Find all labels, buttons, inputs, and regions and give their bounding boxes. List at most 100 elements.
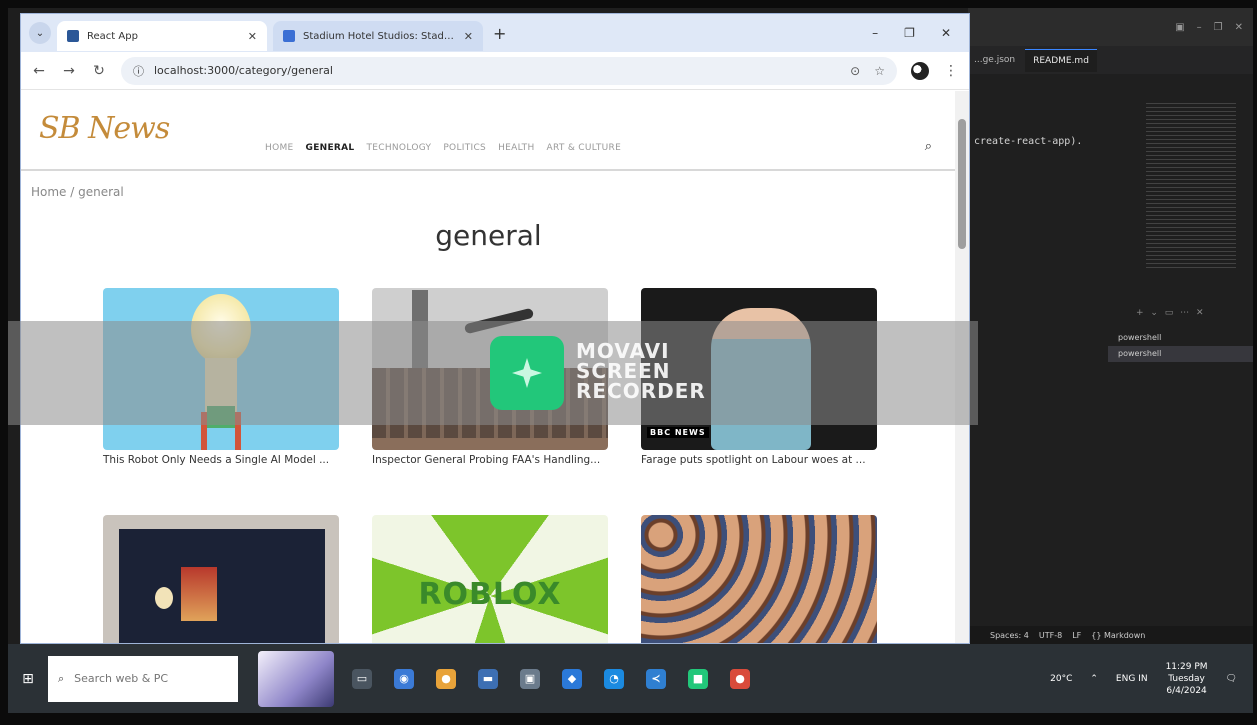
article-title[interactable]: Inspector General Probing FAA's Handling… <box>372 452 608 468</box>
pinned-apps: ▭ ◉ ● ▬ ▣ ◆ ◔ ≺ ■ ● <box>352 668 750 689</box>
info-icon[interactable]: ⓘ <box>133 63 144 79</box>
terminal-item[interactable]: powershell <box>1108 330 1253 346</box>
nav-politics[interactable]: POLITICS <box>443 143 486 153</box>
taskbar: ⊞ ⌕ ▭ ◉ ● ▬ ▣ ◆ ◔ ≺ ■ ● 20°C ⌃ ENG IN 11… <box>8 644 1253 713</box>
menu-icon[interactable]: ⋮ <box>943 63 959 79</box>
vscode-titlebar: ▣ – ❐ ✕ <box>968 8 1253 46</box>
minimize-icon[interactable]: – <box>1197 22 1202 33</box>
article-title[interactable]: This Robot Only Needs a Single AI Model … <box>103 452 339 468</box>
vscode-statusbar: Spaces: 4 UTF-8 LF {} Markdown <box>968 626 1253 644</box>
edge-icon[interactable]: ◔ <box>604 668 624 689</box>
movavi-line: SCREEN <box>576 359 671 383</box>
forward-arrow-icon[interactable]: → <box>61 63 77 79</box>
clock-date: 6/4/2024 <box>1166 685 1207 696</box>
url-input[interactable] <box>154 64 841 77</box>
nav-home[interactable]: HOME <box>265 143 294 153</box>
notifications-icon[interactable]: 🗨 <box>1226 674 1237 684</box>
article-title[interactable]: Farage puts spotlight on Labour woes at … <box>641 452 877 468</box>
bbc-news-badge: BBC NEWS <box>647 427 709 438</box>
desktop-screen: ▣ – ❐ ✕ ...ge.json README.md create-reac… <box>8 8 1253 713</box>
movavi-text: MOVAVI SCREEN RECORDER <box>576 341 706 401</box>
search-highlight-image[interactable] <box>258 650 334 707</box>
windows-start-icon[interactable]: ⊞ <box>8 671 48 687</box>
task-view-icon[interactable]: ▭ <box>352 668 372 689</box>
article-image[interactable] <box>103 515 339 643</box>
address-bar[interactable]: ⓘ ⊙ ☆ <box>121 56 897 85</box>
nav-general[interactable]: GENERAL <box>306 143 355 153</box>
doc-favicon-icon <box>283 30 295 42</box>
language-indicator[interactable]: ENG IN <box>1116 674 1148 684</box>
vscode-tab-readme[interactable]: README.md <box>1025 48 1097 72</box>
nav-health[interactable]: HEALTH <box>498 143 534 153</box>
vscode-tab-package[interactable]: ...ge.json <box>974 55 1015 65</box>
layout-icon[interactable]: ▣ <box>1175 22 1184 33</box>
tab-title: Stadium Hotel Studios: Stadium ... <box>303 30 456 42</box>
clock[interactable]: 11:29 PM Tuesday 6/4/2024 <box>1166 661 1208 697</box>
breadcrumb[interactable]: Home / general <box>31 185 124 199</box>
movavi-app-icon[interactable]: ■ <box>688 668 708 689</box>
movavi-logo-icon <box>490 336 564 410</box>
system-tray: 20°C ⌃ ENG IN 11:29 PM Tuesday 6/4/2024 … <box>1050 661 1253 697</box>
movavi-line: RECORDER <box>576 379 706 403</box>
nav-art-culture[interactable]: ART & CULTURE <box>547 143 622 153</box>
store-icon[interactable]: ▣ <box>520 668 540 689</box>
site-header: SB News HOME GENERAL TECHNOLOGY POLITICS… <box>21 91 956 171</box>
tab-title: React App <box>87 30 138 42</box>
app-screen <box>119 529 325 643</box>
chrome-active-icon[interactable]: ● <box>730 668 750 689</box>
tab-strip: ⌄ React App ✕ Stadium Hotel Studios: Sta… <box>21 14 969 52</box>
status-encoding[interactable]: UTF-8 <box>1039 631 1062 640</box>
new-tab-button[interactable]: + <box>493 24 506 43</box>
nav-technology[interactable]: TECHNOLOGY <box>366 143 431 153</box>
restore-icon[interactable]: ❐ <box>1214 22 1223 33</box>
restore-icon[interactable]: ❐ <box>904 26 915 40</box>
reload-icon[interactable]: ↻ <box>91 63 107 79</box>
tab-search-icon[interactable]: ⌄ <box>29 22 51 44</box>
site-logo[interactable]: SB News <box>39 111 170 146</box>
minimap[interactable] <box>1146 100 1236 270</box>
browser-toolbar: ← → ↻ ⓘ ⊙ ☆ ⋮ <box>21 52 969 90</box>
article-card[interactable] <box>103 515 339 643</box>
egg-shape <box>155 587 173 609</box>
terminal-list: powershell powershell <box>1108 330 1253 362</box>
search-icon: ⌕ <box>58 671 65 685</box>
tab-stadium[interactable]: Stadium Hotel Studios: Stadium ... ✕ <box>273 21 483 51</box>
article-card[interactable] <box>641 515 877 643</box>
vscode-tabs: ...ge.json README.md <box>968 46 1253 74</box>
article-card[interactable]: ROBLOX <box>372 515 608 643</box>
lens-icon[interactable]: ⊙ <box>850 64 860 78</box>
close-icon[interactable]: ✕ <box>941 26 951 40</box>
terminal-toolbar: + ⌄ ▭ ⋯ ✕ <box>1136 308 1206 318</box>
taskbar-search[interactable]: ⌕ <box>48 655 238 702</box>
vscode-icon[interactable]: ≺ <box>646 668 666 689</box>
tab-react-app[interactable]: React App ✕ <box>57 21 267 51</box>
taskbar-search-input[interactable] <box>74 672 215 685</box>
poster <box>181 567 217 621</box>
article-image[interactable] <box>641 515 877 643</box>
movavi-watermark: MOVAVI SCREEN RECORDER <box>8 321 978 425</box>
weather-widget[interactable]: 20°C <box>1050 674 1072 684</box>
profile-avatar[interactable] <box>911 61 929 80</box>
clock-day: Tuesday <box>1168 673 1205 684</box>
status-language[interactable]: {} Markdown <box>1091 631 1145 640</box>
chrome-icon[interactable]: ● <box>436 668 456 689</box>
file-explorer-icon[interactable]: ▬ <box>478 668 498 689</box>
terminal-item[interactable]: powershell <box>1108 346 1253 362</box>
status-eol[interactable]: LF <box>1072 631 1081 640</box>
tab-close-icon[interactable]: ✕ <box>464 30 473 43</box>
roblox-logo: ROBLOX <box>418 577 562 612</box>
vscode-window: ▣ – ❐ ✕ ...ge.json README.md create-reac… <box>968 8 1253 644</box>
tab-close-icon[interactable]: ✕ <box>248 30 257 43</box>
star-icon[interactable]: ☆ <box>874 64 885 78</box>
back-arrow-icon[interactable]: ← <box>31 63 47 79</box>
scrollbar-thumb[interactable] <box>958 119 966 249</box>
omnibox-actions: ⊙ ☆ <box>850 64 885 78</box>
search-icon[interactable]: ⌕ <box>925 139 932 154</box>
status-spaces[interactable]: Spaces: 4 <box>990 631 1029 640</box>
chevron-up-icon[interactable]: ⌃ <box>1090 674 1098 684</box>
close-icon[interactable]: ✕ <box>1235 22 1243 33</box>
minimize-icon[interactable]: – <box>872 26 878 40</box>
article-image[interactable]: ROBLOX <box>372 515 608 643</box>
copilot-icon[interactable]: ◉ <box>394 668 414 689</box>
photos-icon[interactable]: ◆ <box>562 668 582 689</box>
